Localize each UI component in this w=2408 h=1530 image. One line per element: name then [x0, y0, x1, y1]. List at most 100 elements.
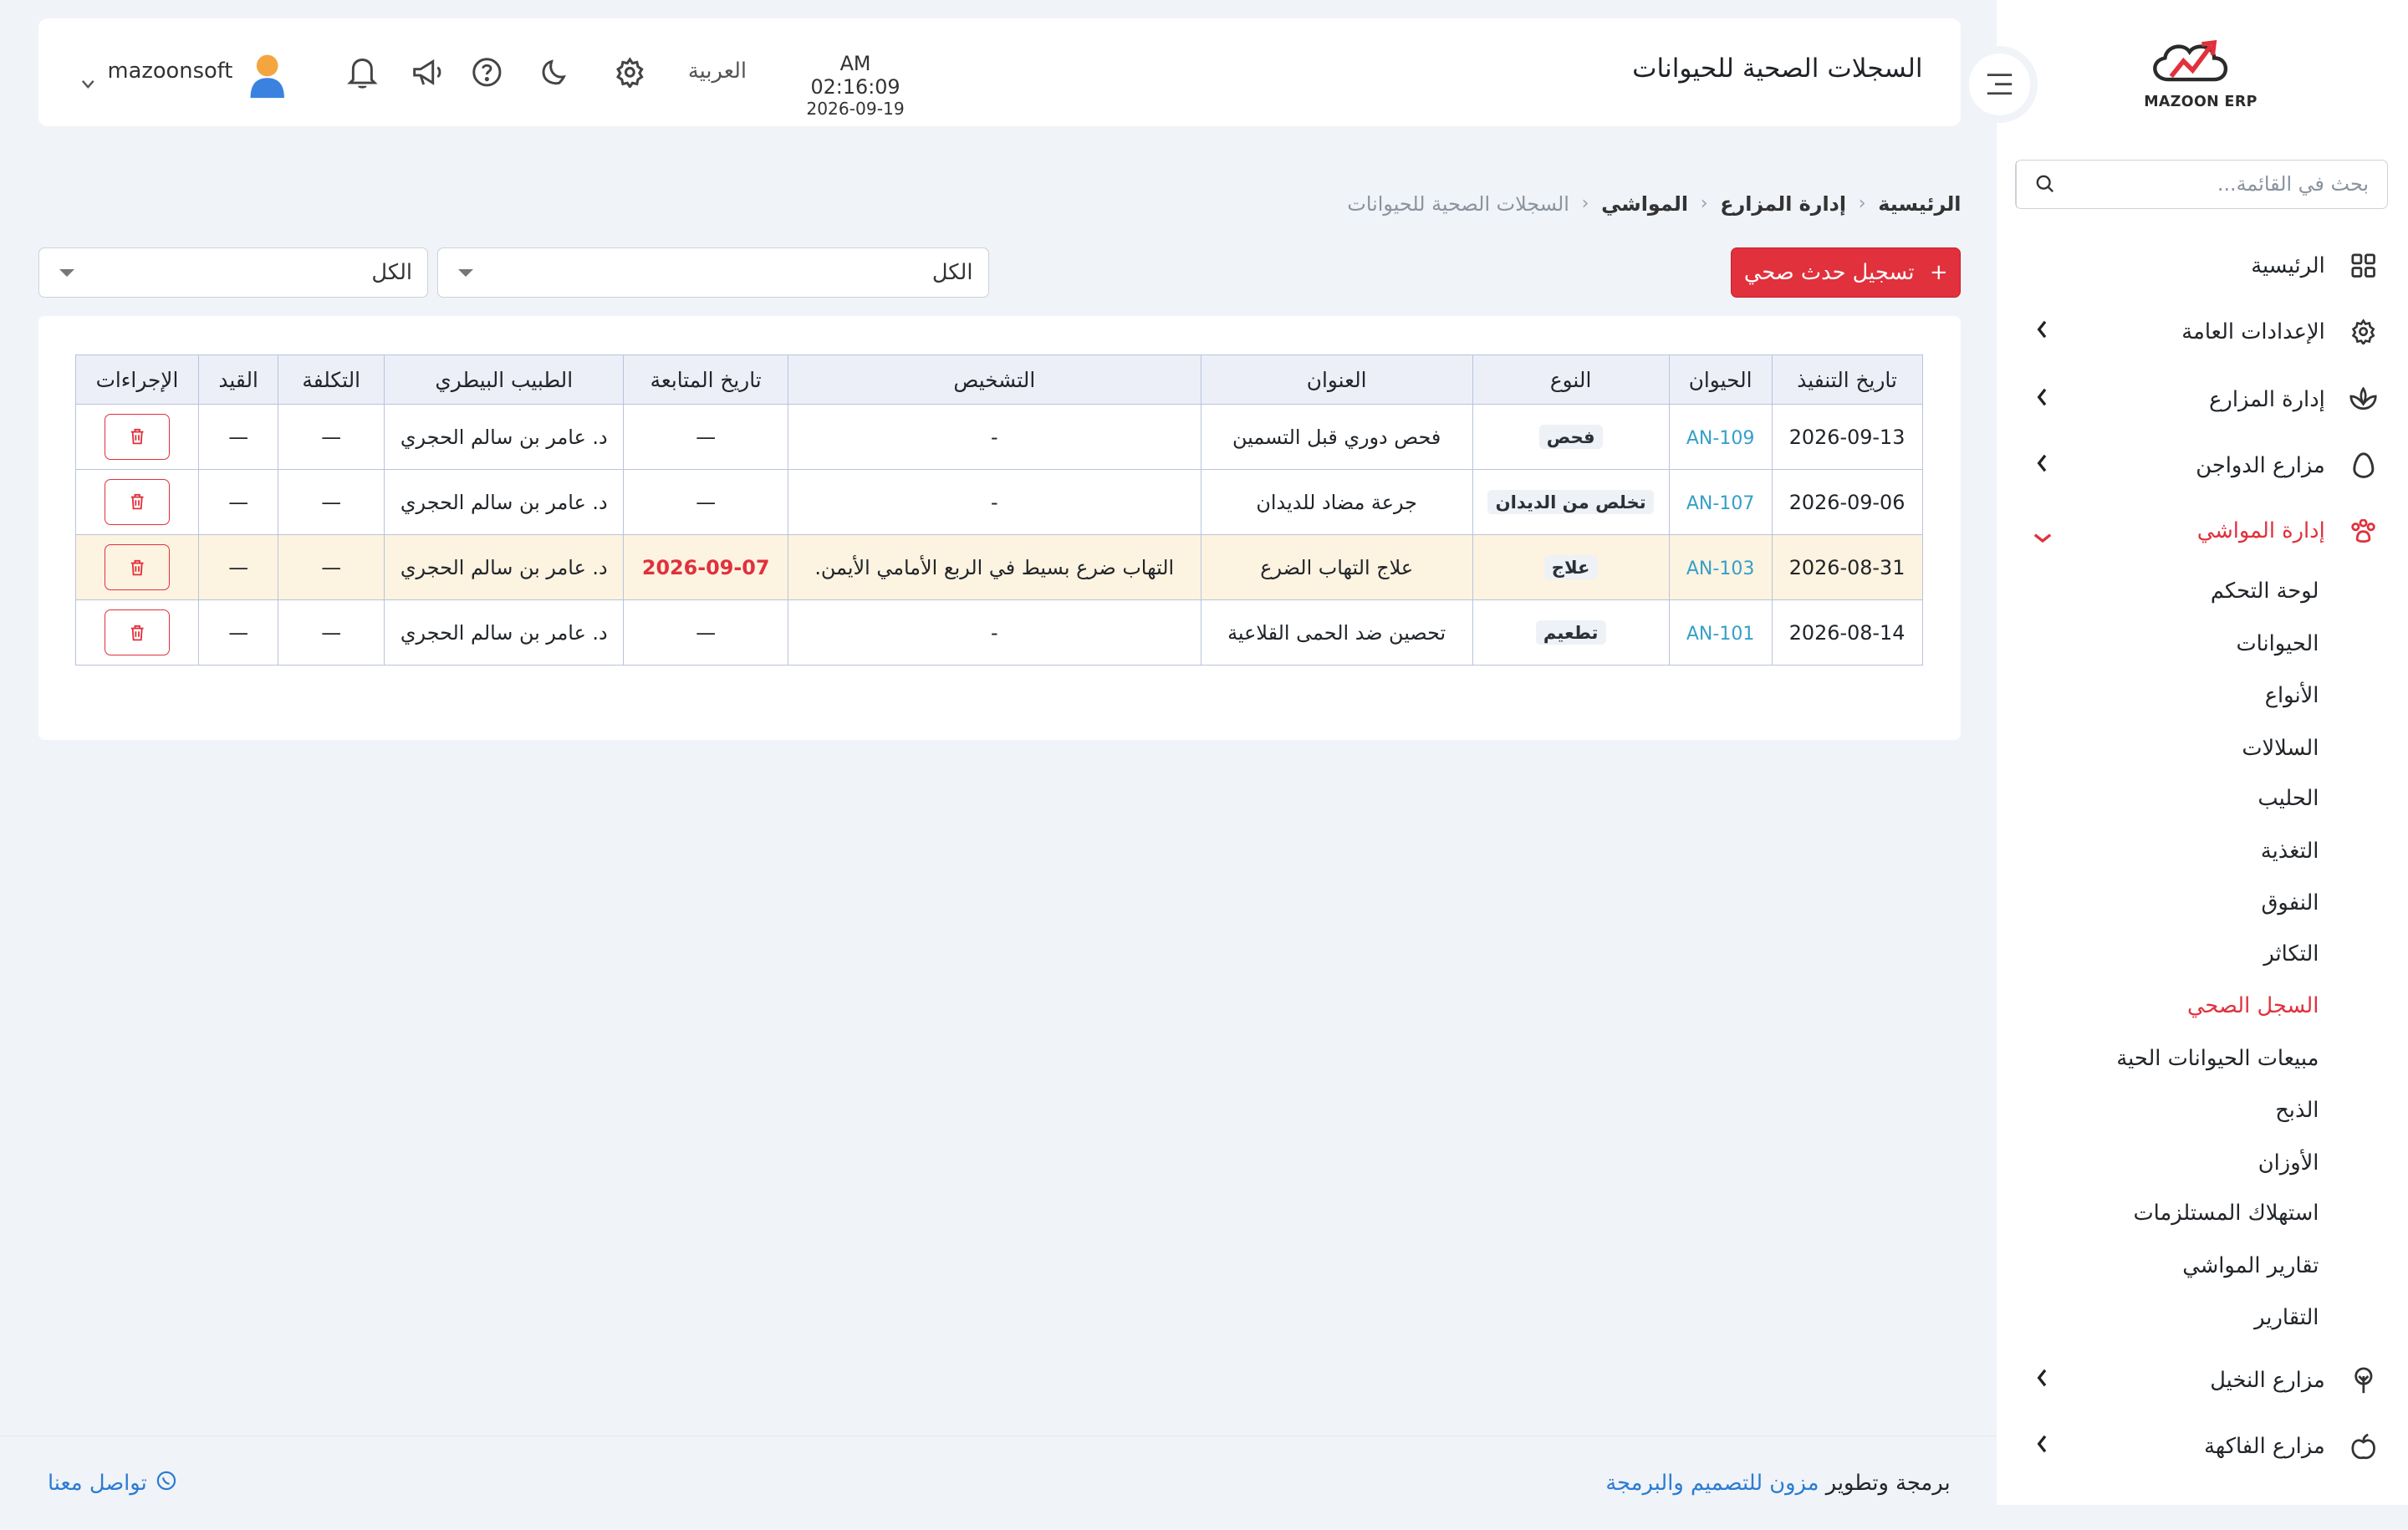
top-header: السجلات الصحية للحيوانات AM 02:16:09 202… — [38, 18, 2038, 126]
grid-icon — [2346, 253, 2380, 278]
avatar[interactable] — [246, 52, 288, 99]
sub-item-mortality[interactable]: النفوق — [2261, 890, 2319, 915]
megaphone-icon[interactable] — [410, 54, 446, 90]
sidebar-item-label: مزارع الدواجن — [2196, 452, 2325, 478]
app-logo[interactable]: MAZOON ERP — [2140, 33, 2260, 114]
breadcrumb-livestock[interactable]: المواشي — [1601, 192, 1688, 216]
col-header-cost[interactable]: التكلفة — [278, 354, 385, 405]
sub-item-species[interactable]: الأنواع — [2265, 683, 2319, 708]
chevron-down-icon[interactable] — [81, 66, 95, 94]
add-health-event-button[interactable]: + تسجيل حدث صحي — [1730, 247, 1962, 298]
filter-select-1[interactable]: الكل — [437, 247, 989, 298]
cell-vet: د. عامر بن سالم الحجري — [384, 404, 625, 471]
sub-item-live-sales[interactable]: مبيعات الحيوانات الحية — [2116, 1046, 2319, 1071]
table-row[interactable]: 2026-09-06 AN-107 تخلص من الديدان جرعة م… — [74, 469, 1923, 536]
records-card: تاريخ التنفيذ الحيوان النوع العنوان التش… — [38, 316, 1962, 741]
cell-date: 2026-08-14 — [1771, 599, 1923, 666]
brand-name: MAZOON ERP — [2144, 94, 2258, 111]
col-header-follow-up-date[interactable]: تاريخ المتابعة — [623, 354, 788, 405]
sidebar-item-farm-management[interactable]: إدارة المزارع — [1997, 369, 2408, 430]
page-title: السجلات الصحية للحيوانات — [1632, 54, 1923, 84]
cell-follow-up: — — [623, 599, 788, 666]
trash-icon — [130, 625, 144, 640]
type-badge: تطعيم — [1535, 620, 1606, 645]
chevron-left-icon — [2036, 1368, 2048, 1393]
help-icon[interactable] — [468, 54, 505, 90]
chevron-left-icon: ‹ — [1858, 193, 1866, 215]
search-input[interactable]: بحث في القائمة... — [2074, 172, 2388, 196]
apple-icon — [2346, 1433, 2380, 1461]
sidebar-item-poultry-farms[interactable]: مزارع الدواجن — [1997, 435, 2408, 496]
sub-item-milk[interactable]: الحليب — [2258, 786, 2319, 811]
col-header-veterinarian[interactable]: الطبيب البيطري — [384, 354, 625, 405]
sidebar: MAZOON ERP بحث في القائمة... الرئيسية ال… — [1996, 0, 2408, 1505]
animal-link[interactable]: AN-103 — [1686, 558, 1755, 579]
sub-item-animals[interactable]: الحيوانات — [2236, 631, 2319, 656]
sub-item-weights[interactable]: الأوزان — [2258, 1150, 2319, 1176]
sidebar-item-fruit-farms[interactable]: مزارع الفاكهة — [1997, 1415, 2408, 1476]
table-row[interactable]: 2026-08-14 AN-101 تطعيم تحصين ضد الحمى ا… — [74, 599, 1923, 666]
breadcrumb-home[interactable]: الرئيسية — [1878, 192, 1961, 216]
delete-button[interactable] — [105, 544, 170, 591]
sub-item-supplies-consumption[interactable]: استهلاك المستلزمات — [2133, 1201, 2319, 1226]
sub-item-slaughter[interactable]: الذبح — [2275, 1098, 2319, 1123]
trash-icon — [130, 429, 144, 445]
caret-down-icon — [458, 269, 474, 278]
col-header-diagnosis[interactable]: التشخيص — [787, 354, 1201, 405]
menu-icon — [1987, 74, 2013, 95]
cell-cost: — — [278, 404, 385, 471]
clock-time: AM 02:16:09 — [810, 52, 900, 99]
sub-item-dashboard[interactable]: لوحة التحكم — [2211, 579, 2319, 604]
delete-button[interactable] — [105, 414, 170, 461]
animal-link[interactable]: AN-101 — [1686, 624, 1755, 645]
sidebar-item-livestock-management[interactable]: إدارة المواشي — [1997, 501, 2408, 562]
delete-button[interactable] — [105, 479, 170, 526]
dark-mode-icon[interactable] — [536, 54, 573, 90]
language-switch[interactable]: العربية — [688, 59, 747, 84]
col-header-execution-date[interactable]: تاريخ التنفيذ — [1771, 354, 1923, 405]
breadcrumb-farms[interactable]: إدارة المزارع — [1720, 192, 1846, 216]
col-header-entry[interactable]: القيد — [197, 354, 279, 405]
sidebar-item-label: الرئيسية — [2251, 252, 2325, 278]
sub-item-feeding[interactable]: التغذية — [2261, 839, 2319, 864]
animal-link[interactable]: AN-109 — [1686, 428, 1755, 449]
search-icon[interactable] — [2015, 161, 2074, 207]
sidebar-item-label: مزارع النخيل — [2210, 1368, 2325, 1394]
cell-entry: — — [197, 534, 279, 601]
sidebar-toggle-button[interactable] — [1961, 46, 2038, 123]
sidebar-item-home[interactable]: الرئيسية — [1997, 235, 2408, 296]
sidebar-item-palm-farms[interactable]: مزارع النخيل — [1997, 1349, 2408, 1410]
col-header-title[interactable]: العنوان — [1200, 354, 1473, 405]
credit-link[interactable]: مزون للتصميم والبرمجة — [1605, 1471, 1819, 1496]
animal-link[interactable]: AN-107 — [1686, 493, 1755, 514]
sidebar-item-general-settings[interactable]: الإعدادات العامة — [1997, 301, 2408, 362]
sub-item-health-record[interactable]: السجل الصحي — [2187, 993, 2319, 1018]
sidebar-item-label: مزارع الفاكهة — [2204, 1434, 2325, 1460]
cell-vet: د. عامر بن سالم الحجري — [384, 599, 625, 666]
username[interactable]: mazoonsoft — [108, 59, 233, 84]
cell-title: فحص دوري قبل التسمين — [1200, 404, 1473, 471]
sidebar-search[interactable]: بحث في القائمة... — [2014, 160, 2389, 209]
table-row[interactable]: 2026-09-13 AN-109 فحص فحص دوري قبل التسم… — [74, 404, 1923, 471]
sub-item-breeds[interactable]: السلالات — [2242, 736, 2319, 761]
filter-select-2[interactable]: الكل — [38, 247, 429, 298]
sub-item-livestock-reports[interactable]: تقارير المواشي — [2182, 1253, 2319, 1278]
sub-item-breeding[interactable]: التكاثر — [2263, 941, 2319, 966]
cell-entry: — — [197, 599, 279, 666]
delete-button[interactable] — [105, 609, 170, 656]
cell-title: جرعة مضاد للديدان — [1200, 469, 1473, 536]
cell-diagnosis: - — [787, 599, 1201, 666]
contact-us-link[interactable]: تواصل معنا — [48, 1471, 176, 1497]
health-records-table: تاريخ التنفيذ الحيوان النوع العنوان التش… — [74, 354, 1923, 666]
filter-value: الكل — [931, 260, 973, 286]
bell-icon[interactable] — [344, 54, 380, 90]
table-row-highlighted[interactable]: 2026-08-31 AN-103 علاج علاج التهاب الضرع… — [74, 534, 1923, 601]
col-header-animal[interactable]: الحيوان — [1668, 354, 1773, 405]
settings-icon[interactable] — [611, 54, 648, 90]
breadcrumb: الرئيسية ‹ إدارة المزارع ‹ المواشي ‹ الس… — [1347, 192, 1961, 216]
filter-value: الكل — [371, 260, 413, 286]
chevron-down-icon — [2033, 525, 2052, 550]
cell-cost: — — [278, 469, 385, 536]
col-header-type[interactable]: النوع — [1472, 354, 1670, 405]
sub-item-reports[interactable]: التقارير — [2254, 1305, 2319, 1330]
